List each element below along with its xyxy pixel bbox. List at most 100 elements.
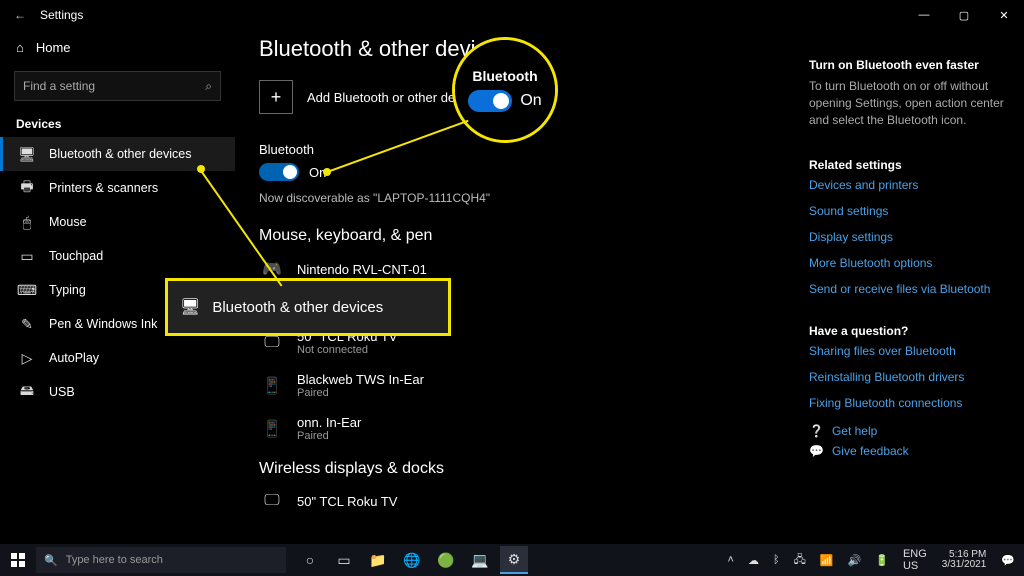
discoverable-text: Now discoverable as "LAPTOP-1111CQH4": [259, 191, 799, 205]
bluetooth-label: Bluetooth: [259, 142, 799, 157]
search-input[interactable]: Find a setting ⌕: [14, 71, 221, 101]
feedback-label: Give feedback: [832, 444, 909, 458]
maximize-button[interactable]: ▢: [944, 0, 984, 30]
faster-text: To turn Bluetooth on or off without open…: [809, 78, 1014, 128]
right-pane: Turn on Bluetooth even faster To turn Bl…: [809, 30, 1024, 544]
sidebar-item-label: Bluetooth & other devices: [49, 147, 191, 161]
home-icon: ⌂: [16, 40, 24, 55]
help-label: Get help: [832, 424, 877, 438]
sidebar-item-touchpad[interactable]: ▭ Touchpad: [0, 239, 235, 273]
callout-bt-state: On: [520, 92, 541, 110]
bluetooth-toggle[interactable]: [259, 163, 299, 181]
callout-row-label: Bluetooth & other devices: [212, 299, 383, 316]
link-reinstall-drivers[interactable]: Reinstalling Bluetooth drivers: [809, 370, 1014, 384]
task-view-icon[interactable]: ▭: [330, 546, 358, 574]
give-feedback-link[interactable]: 💬 Give feedback: [809, 444, 1014, 458]
keyboard-icon: ⌨: [19, 282, 35, 298]
tray-wifi-icon[interactable]: 📶: [817, 554, 837, 567]
tray-chevron-icon[interactable]: ˄: [725, 554, 737, 566]
clock-date: 3/31/2021: [942, 560, 987, 570]
section-wireless: Wireless displays & docks: [259, 460, 799, 478]
touchpad-icon: ▭: [19, 248, 35, 264]
sidebar-item-usb[interactable]: 🖴 USB: [0, 375, 235, 409]
callout-bt-toggle: [468, 90, 512, 112]
tray-onedrive-icon[interactable]: ☁: [745, 554, 762, 567]
home-link[interactable]: ⌂ Home: [0, 30, 235, 65]
lang-primary: ENG: [903, 548, 927, 560]
windows-icon: [11, 553, 25, 567]
sidebar-item-label: Typing: [49, 283, 86, 297]
mouse-icon: 🖱: [19, 214, 35, 230]
sidebar-item-label: Printers & scanners: [49, 181, 158, 195]
action-center-icon[interactable]: 💬: [998, 554, 1018, 567]
link-send-receive[interactable]: Send or receive files via Bluetooth: [809, 282, 1014, 296]
tray-clock[interactable]: 5:16 PM 3/31/2021: [938, 550, 991, 570]
link-devices-printers[interactable]: Devices and printers: [809, 178, 1014, 192]
cortana-icon[interactable]: ○: [296, 546, 324, 574]
link-sharing-files[interactable]: Sharing files over Bluetooth: [809, 344, 1014, 358]
question-heading: Have a question?: [809, 324, 1014, 338]
tray-volume-icon[interactable]: 🔊: [845, 554, 865, 567]
taskbar: 🔍 Type here to search ○ ▭ 📁 🌐 🟢 💻 ⚙ ˄ ☁ …: [0, 544, 1024, 576]
taskbar-search[interactable]: 🔍 Type here to search: [36, 547, 286, 573]
sidebar-item-label: Mouse: [49, 215, 87, 229]
device-status: Paired: [297, 430, 361, 442]
home-label: Home: [36, 40, 71, 55]
link-display-settings[interactable]: Display settings: [809, 230, 1014, 244]
link-fixing-connections[interactable]: Fixing Bluetooth connections: [809, 396, 1014, 410]
feedback-icon: 💬: [809, 444, 824, 458]
sidebar-group: Devices: [0, 111, 235, 137]
phone-icon: 📱: [259, 419, 285, 439]
link-sound-settings[interactable]: Sound settings: [809, 204, 1014, 218]
taskbar-search-placeholder: Type here to search: [66, 554, 163, 566]
tray-network-icon[interactable]: 🖧: [791, 551, 809, 570]
device-status: Not connected: [297, 344, 397, 356]
edge-icon[interactable]: 🌐: [398, 546, 426, 574]
device-name: Nintendo RVL-CNT-01: [297, 262, 427, 277]
settings-taskbar-icon[interactable]: ⚙: [500, 546, 528, 574]
search-icon: 🔍: [44, 554, 58, 567]
tray-language[interactable]: ENG US: [900, 548, 930, 572]
search-placeholder: Find a setting: [23, 79, 95, 93]
devices-icon: 🖥: [180, 297, 200, 317]
minimize-button[interactable]: —: [904, 0, 944, 30]
tray-bluetooth-icon[interactable]: ᛒ: [770, 554, 783, 566]
back-button[interactable]: ←: [8, 8, 32, 22]
chrome-icon[interactable]: 🟢: [432, 546, 460, 574]
phone-icon: 📱: [259, 376, 285, 396]
printer-icon: 🖶: [19, 180, 35, 196]
tray-battery-icon[interactable]: 🔋: [872, 554, 892, 567]
pen-icon: ✎: [19, 316, 35, 332]
start-button[interactable]: [0, 553, 36, 567]
get-help-link[interactable]: ❔ Get help: [809, 424, 1014, 438]
tv-icon: 🖵: [259, 334, 285, 352]
annotation-row-callout: 🖥 Bluetooth & other devices: [168, 281, 448, 333]
search-icon: ⌕: [205, 79, 212, 94]
sidebar-item-label: AutoPlay: [49, 351, 99, 365]
file-explorer-icon[interactable]: 📁: [364, 546, 392, 574]
annotation-bluetooth-callout: Bluetooth On: [455, 40, 555, 140]
window-controls: — ▢ ✕: [904, 0, 1024, 30]
usb-icon: 🖴: [19, 384, 35, 400]
sidebar-item-label: USB: [49, 385, 75, 399]
sidebar-item-printers[interactable]: 🖶 Printers & scanners: [0, 171, 235, 205]
autoplay-icon: ▷: [19, 350, 35, 366]
titlebar: ← Settings: [0, 0, 1024, 30]
lang-secondary: US: [903, 560, 918, 572]
help-icon: ❔: [809, 424, 824, 438]
link-more-bluetooth[interactable]: More Bluetooth options: [809, 256, 1014, 270]
section-mouse: Mouse, keyboard, & pen: [259, 227, 799, 245]
tv-icon: 🖵: [259, 492, 285, 510]
app-icon[interactable]: 💻: [466, 546, 494, 574]
faster-heading: Turn on Bluetooth even faster: [809, 58, 1014, 72]
devices-icon: 🖥: [19, 146, 35, 162]
device-row[interactable]: 📱 onn. In-Ear Paired: [259, 409, 799, 452]
app-title: Settings: [40, 8, 83, 22]
close-button[interactable]: ✕: [984, 0, 1024, 30]
device-row[interactable]: 📱 Blackweb TWS In-Ear Paired: [259, 366, 799, 409]
device-row[interactable]: 🖵 50" TCL Roku TV: [259, 486, 799, 520]
device-name: Blackweb TWS In-Ear: [297, 372, 424, 387]
device-name: 50" TCL Roku TV: [297, 494, 397, 509]
sidebar-item-autoplay[interactable]: ▷ AutoPlay: [0, 341, 235, 375]
sidebar-item-mouse[interactable]: 🖱 Mouse: [0, 205, 235, 239]
